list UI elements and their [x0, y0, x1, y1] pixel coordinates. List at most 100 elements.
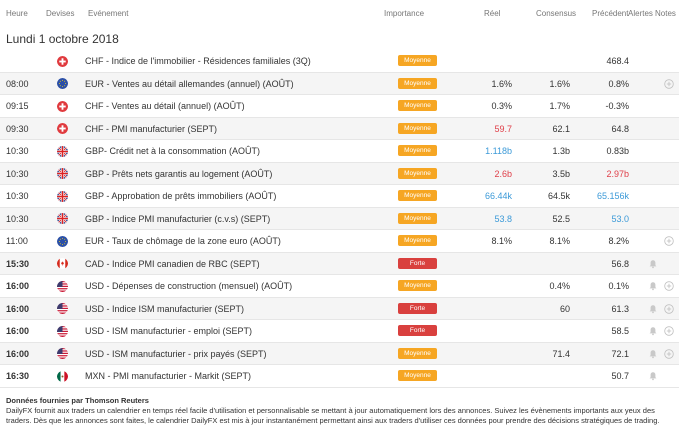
alert-bell-icon[interactable] — [648, 281, 658, 291]
event-time: 16:00 — [6, 303, 30, 314]
header-alertes[interactable]: Alertes — [628, 9, 653, 18]
consensus-value: 8.1% — [549, 236, 570, 246]
header-importance[interactable]: Importance — [384, 9, 424, 18]
table-header: Heure Devises Evénement Importance Réel … — [0, 0, 679, 24]
event-time: 15:30 — [6, 258, 30, 269]
previous-value: 0.8% — [608, 78, 629, 89]
event-name[interactable]: CHF - Ventes au détail (annuel) (AOÛT) — [85, 101, 245, 111]
table-row[interactable]: 16:30 MXN - PMI manufacturier - Markit (S… — [0, 365, 679, 388]
swiss-flag-icon — [57, 123, 68, 134]
footer-description: DailyFX fournit aux traders un calendrie… — [6, 406, 660, 425]
event-time: 09:30 — [6, 123, 29, 134]
event-time: 08:00 — [6, 78, 29, 89]
previous-value: 61.3 — [611, 303, 629, 314]
previous-value: 0.1% — [608, 281, 629, 291]
event-name[interactable]: GBP - Prêts nets garantis au logement (A… — [85, 169, 272, 179]
add-note-icon[interactable] — [664, 78, 674, 89]
previous-value: 58.5 — [611, 326, 629, 336]
importance-badge: Moyenne — [398, 280, 437, 291]
uk-flag-icon — [57, 213, 68, 224]
table-row[interactable]: 16:00 USD - ISM manufacturier - emploi (S… — [0, 320, 679, 343]
consensus-value: 0.4% — [549, 281, 570, 291]
table-row[interactable]: CHF - Indice de l'immobilier - Résidence… — [0, 50, 679, 73]
event-name[interactable]: GBP - Approbation de prêts immobiliers (… — [85, 191, 276, 201]
alert-bell-icon[interactable] — [648, 349, 658, 359]
importance-badge: Moyenne — [398, 212, 437, 224]
event-time: 11:00 — [6, 236, 28, 246]
table-row[interactable]: 10:30 GBP - Approbation de prêts immobili… — [0, 185, 679, 208]
uk-flag-icon — [57, 168, 68, 179]
table-row[interactable]: 10:30 GBP- Crédit net à la consommation (… — [0, 140, 679, 163]
importance-badge: Moyenne — [398, 167, 437, 179]
table-row[interactable]: 10:30 GBP - Indice PMI manufacturier (c.v… — [0, 207, 679, 230]
canada-flag-icon — [57, 258, 68, 269]
event-name[interactable]: GBP - Indice PMI manufacturier (c.v.s) (… — [85, 214, 270, 224]
add-note-icon[interactable] — [664, 281, 674, 291]
eu-flag-icon — [57, 78, 68, 89]
event-time: 10:30 — [6, 168, 29, 179]
table-row[interactable]: 08:00 EUR - Ventes au détail allemandes (… — [0, 72, 679, 95]
event-name[interactable]: CAD - Indice PMI canadien de RBC (SEPT) — [85, 259, 260, 269]
event-name[interactable]: USD - ISM manufacturier - emploi (SEPT) — [85, 326, 252, 336]
event-time: 16:30 — [6, 371, 30, 381]
previous-value: 72.1 — [611, 348, 629, 359]
header-precedent[interactable]: Précédent — [592, 9, 628, 18]
actual-value: 2.6b — [494, 168, 512, 179]
previous-value: 53.0 — [611, 213, 629, 224]
alert-bell-icon[interactable] — [648, 326, 658, 336]
previous-value: 64.8 — [611, 123, 629, 134]
consensus-value: 1.3b — [552, 146, 570, 156]
importance-badge: Moyenne — [398, 347, 437, 359]
event-name[interactable]: EUR - Taux de chômage de la zone euro (A… — [85, 236, 281, 246]
table-row[interactable]: 15:30 CAD - Indice PMI canadien de RBC (S… — [0, 252, 679, 275]
event-name[interactable]: USD - Indice ISM manufacturier (SEPT) — [85, 304, 244, 314]
table-row[interactable]: 16:00 USD - ISM manufacturier - prix payé… — [0, 342, 679, 365]
add-note-icon[interactable] — [664, 236, 674, 246]
importance-badge: Moyenne — [398, 235, 437, 246]
previous-value: 0.83b — [606, 146, 629, 156]
consensus-value: 1.7% — [549, 101, 570, 111]
event-name[interactable]: CHF - Indice de l'immobilier - Résidence… — [85, 56, 311, 66]
event-time: 16:00 — [6, 348, 30, 359]
calendar-table: CHF - Indice de l'immobilier - Résidence… — [0, 50, 679, 388]
event-name[interactable]: USD - Dépenses de construction (mensuel)… — [85, 281, 292, 291]
importance-badge: Forte — [398, 325, 437, 336]
alert-bell-icon[interactable] — [648, 304, 658, 314]
event-time: 16:00 — [6, 281, 30, 291]
table-row[interactable]: 16:00 USD - Dépenses de construction (men… — [0, 275, 679, 298]
table-row[interactable]: 09:30 CHF - PMI manufacturier (SEPT) Moyen… — [0, 117, 679, 140]
add-note-icon[interactable] — [664, 348, 674, 359]
event-name[interactable]: GBP- Crédit net à la consommation (AOÛT) — [85, 146, 260, 156]
header-heure[interactable]: Heure — [6, 9, 28, 18]
event-name[interactable]: MXN - PMI manufacturier - Markit (SEPT) — [85, 371, 251, 381]
alert-bell-icon[interactable] — [648, 259, 658, 269]
header-evenement[interactable]: Evénement — [88, 9, 128, 18]
add-note-icon[interactable] — [664, 303, 674, 314]
consensus-value: 1.6% — [549, 78, 570, 89]
us-flag-icon — [57, 325, 68, 337]
importance-badge: Moyenne — [398, 190, 437, 201]
us-flag-icon — [57, 348, 68, 359]
event-name[interactable]: CHF - PMI manufacturier (SEPT) — [85, 124, 217, 134]
alert-bell-icon[interactable] — [648, 371, 658, 381]
table-row[interactable]: 09:15 CHF - Ventes au détail (annuel) (AO… — [0, 95, 679, 118]
table-row[interactable]: 16:00 USD - Indice ISM manufacturier (SEP… — [0, 297, 679, 320]
header-consensus[interactable]: Consensus — [536, 9, 576, 18]
table-row[interactable]: 10:30 GBP - Prêts nets garantis au logeme… — [0, 162, 679, 185]
eu-flag-icon — [57, 235, 68, 247]
header-devises[interactable]: Devises — [46, 9, 74, 18]
header-reel[interactable]: Réel — [484, 9, 500, 18]
footer: Données fournies par Thomson Reuters Dai… — [6, 396, 676, 426]
header-notes[interactable]: Notes — [655, 9, 676, 18]
actual-value: 66.44k — [484, 191, 512, 201]
actual-value: 1.118b — [485, 146, 512, 156]
previous-value: 50.7 — [611, 371, 629, 381]
table-row[interactable]: 11:00 EUR - Taux de chômage de la zone eu… — [0, 230, 679, 253]
event-time: 16:00 — [6, 326, 30, 336]
uk-flag-icon — [57, 145, 68, 157]
event-name[interactable]: USD - ISM manufacturier - prix payés (SE… — [85, 349, 267, 359]
consensus-value: 62.1 — [552, 123, 570, 134]
date-title: Lundi 1 octobre 2018 — [6, 32, 119, 46]
add-note-icon[interactable] — [664, 326, 674, 336]
event-name[interactable]: EUR - Ventes au détail allemandes (annue… — [85, 79, 294, 89]
